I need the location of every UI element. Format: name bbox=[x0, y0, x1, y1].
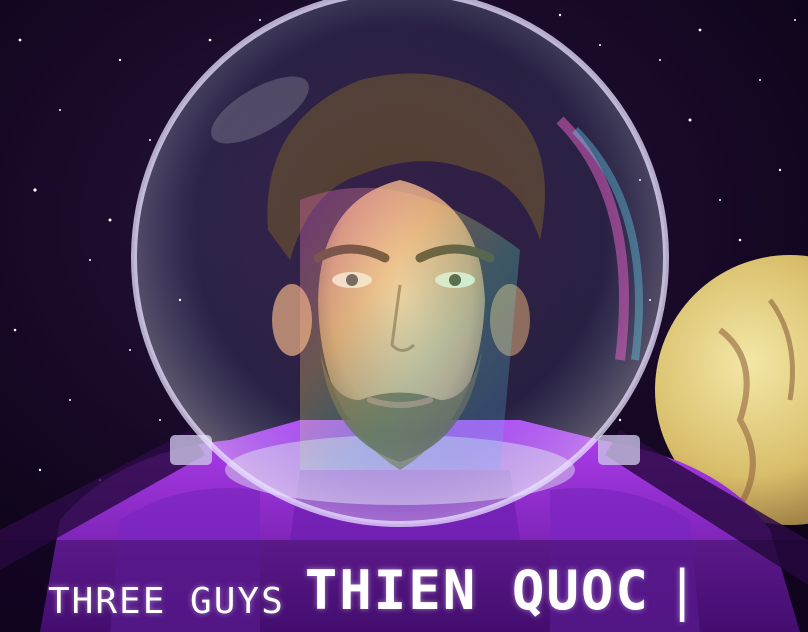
title-text: THIEN QUOC bbox=[304, 559, 650, 622]
helmet bbox=[131, 0, 669, 527]
space-scene bbox=[0, 0, 808, 632]
brand-text: THREE GUYS bbox=[48, 581, 285, 622]
caption: THREE GUYS THIEN QUOC | bbox=[0, 540, 808, 632]
poster: THREE GUYS THIEN QUOC | bbox=[0, 0, 808, 632]
logo-mark: | bbox=[665, 559, 701, 622]
